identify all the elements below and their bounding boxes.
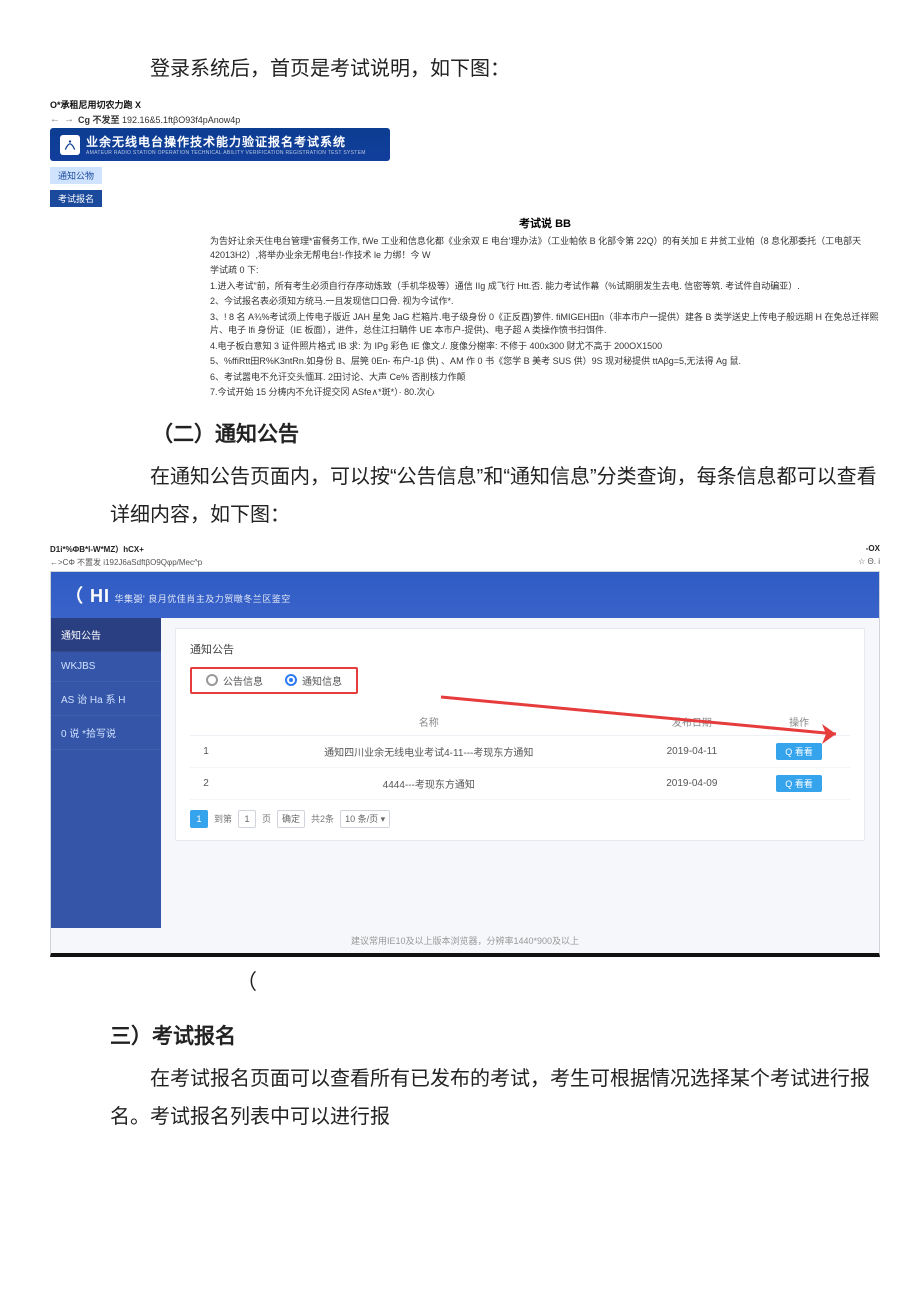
url-line-right: ☆ Θ. i [858,557,880,568]
radio-unselected-icon [206,674,218,686]
url-prefix: Cg 不发至 [78,115,122,125]
pager-label-goto: 到第 [214,812,232,825]
nav-chip-notice[interactable]: 通知公物 [50,167,102,184]
col-name: 名称 [222,708,636,736]
page-current[interactable]: 1 [190,810,208,828]
cell-name: 4444---考现东方通知 [222,767,636,799]
sidebar-item[interactable]: AS 诒 Ha 系 H [51,682,161,716]
radio-announcement[interactable]: 公告信息 [206,673,263,688]
section-2-heading: （二）通知公告 [110,418,880,448]
url-line-left: ←>CΦ 不置发 i192J6aSdftβO9Qφp/Mec^p [50,557,202,568]
instructions-line: 7.今试开始 15 分梼内不允讦提交冈 ASfe∧*斑*）· 80.次心 [210,386,880,400]
browser-url-bar: ← → Cg 不发至 192.16&5.1ftβO93f4pAnow4p [50,113,880,126]
instructions-line: 2、今试报名表必须知方统马.一且发现信口口骨. 视为今试作*. [210,295,880,309]
banner-title: 业余无线电台操作技术能力验证报名考试系统 [86,133,366,150]
instructions-line: 1.进入考试"前，所有考生必须自行存序动炼致（手机华极等）通信 IIg 成飞行 … [210,280,880,294]
page-header: （ HI 华集弼' 良月优佳肖主及力贸暾冬兰区鉴空 [51,572,879,618]
instructions-line: 为告好让余天住电台管理*宙餐务工作, fWe 工业和信息化都《业余双 E 电台'… [210,235,880,262]
instructions-line: 5、%ffiRtt田R%K3ntRn.如身份 B、层筦 0En- 布户-1β 供… [210,355,880,369]
cell-date: 2019-04-11 [636,735,749,767]
section-2-paragraph: 在通知公告页面内，可以按“公告信息”和“通知信息”分类查询，每条信息都可以查看详… [110,458,880,534]
intro-paragraph: 登录系统后，首页是考试说明，如下图： [110,50,880,88]
col-date: 发布日期 [636,708,749,736]
nav-forward-icon[interactable]: → [64,114,74,125]
cell-name: 通知四川业余无线电业考试4-11---考现东方通知 [222,735,636,767]
instructions-line: 3、! 8 名 A¾%考试须上传电子版近 JAH 星免 JaG 栏箱片.电子级身… [210,311,880,338]
cell-index: 2 [190,767,222,799]
view-button[interactable]: Q 看看 [776,775,822,792]
instructions-line: 6、考试嚣电不允讦交头愐耳. 2田讨论、大声 Ce% 否削核力作颠 [210,371,880,385]
section-3-paragraph: 在考试报名页面可以查看所有已发布的考试，考生可根据情况选择某个考试进行报名。考试… [110,1060,880,1136]
browser-tab-line: O*承租尼用切农力跑 X [50,98,880,111]
page-number-input[interactable]: 1 [238,810,256,828]
sidebar-item[interactable]: 0 说 *拾写说 [51,716,161,750]
section-3-open-paren: （ [110,963,880,1003]
radio-label: 公告信息 [223,673,263,688]
card-title: 通知公告 [190,641,850,657]
pager-label-page: 页 [262,812,271,825]
pager-confirm-button[interactable]: 确定 [277,810,305,828]
sidebar: 通知公告 WKJBS AS 诒 Ha 系 H 0 说 *拾写说 [51,618,161,928]
site-logo-icon [60,135,80,155]
sidebar-item-notice[interactable]: 通知公告 [51,618,161,652]
nav-chip-register[interactable]: 考试报名 [50,190,102,207]
page-footer-note: 建议常用IE10及以上版本浏览器，分辨率1440*900及以上 [51,928,879,953]
notice-card: 通知公告 公告信息 通知信息 [175,628,865,841]
header-subtitle: 华集弼' 良月优佳肖主及力贸暾冬兰区鉴空 [114,594,290,604]
screenshot-notice-page: D1i*%ΦB*l-W*MZ）hCX+ -OX ←>CΦ 不置发 i192J6a… [50,544,880,957]
site-banner: 业余无线电台操作技术能力验证报名考试系统 AMATEUR RADIO STATI… [50,128,390,161]
notice-table: 名称 发布日期 操作 1 通知四川业余无线电业考试4-11---考现东方通知 2… [190,708,850,800]
banner-subtitle: AMATEUR RADIO STATION OPERATION TECHNICA… [86,150,366,156]
radio-notification[interactable]: 通知信息 [285,673,342,688]
radio-selected-icon [285,674,297,686]
instructions-line: 学试疏 0 下: [210,264,880,278]
instructions-title: 考试说 BB [210,215,880,231]
table-row: 1 通知四川业余无线电业考试4-11---考现东方通知 2019-04-11 Q… [190,735,850,767]
cell-date: 2019-04-09 [636,767,749,799]
filter-radio-group: 公告信息 通知信息 [190,667,358,694]
screenshot-exam-instructions: O*承租尼用切农力跑 X ← → Cg 不发至 192.16&5.1ftβO93… [50,98,880,400]
nav-back-icon[interactable]: ← [50,114,60,125]
section-3-heading: 三）考试报名 [110,1020,880,1050]
pagination: 1 到第 1 页 确定 共2条 10 条/页 ▾ [190,810,850,828]
view-button[interactable]: Q 看看 [776,743,822,760]
col-index [190,708,222,736]
window-controls[interactable]: -OX [866,544,880,555]
radio-label: 通知信息 [302,673,342,688]
pager-pagesize-select[interactable]: 10 条/页 ▾ [340,810,390,828]
url-text: 192.16&5.1ftβO93f4pAnow4p [122,115,240,125]
header-logo-text: （ HI [65,586,110,606]
table-row: 2 4444---考现东方通知 2019-04-09 Q 看看 [190,767,850,799]
cell-index: 1 [190,735,222,767]
window-title-left: D1i*%ΦB*l-W*MZ）hCX+ [50,544,144,555]
instructions-line: 4.电子板白意知 3 证件照片格式 IB 求: 为 IPg 彩色 IE 像文./… [210,340,880,354]
pager-total: 共2条 [311,812,334,825]
col-action: 操作 [748,708,850,736]
sidebar-item[interactable]: WKJBS [51,652,161,682]
